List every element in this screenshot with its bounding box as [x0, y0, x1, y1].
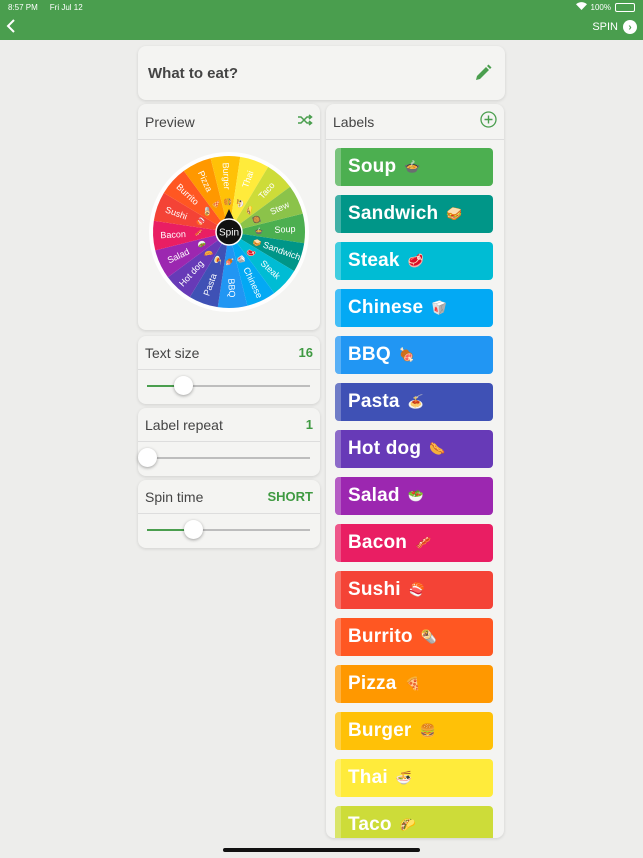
label-item-emoji: 🥗	[407, 488, 425, 503]
slider-thumb[interactable]	[173, 376, 193, 395]
add-circle-icon[interactable]	[480, 110, 497, 133]
labels-header: Labels	[326, 104, 504, 140]
wheel-segment-label: Burger	[221, 162, 232, 189]
label-item-text: Pizza	[348, 673, 397, 694]
label-item[interactable]: Burrito 🌯	[335, 618, 493, 656]
labels-card: Labels Soup 🍲 Sandwich 🥪 Steak 🥩 Chinese 🥡 BBQ 🍖 P…	[326, 104, 504, 838]
label-repeat-label: Label repeat	[145, 416, 223, 433]
text-size-label: Text size	[145, 344, 200, 361]
label-item-text: Burrito	[348, 626, 413, 647]
label-repeat-card: Label repeat 1	[138, 408, 320, 476]
status-bar: 8:57 PM Fri Jul 12 100%	[0, 0, 643, 14]
spin-wheel[interactable]: Soup 🍲 Sandwich 🥪 Steak 🥩 Chinese 🥡 BBQ 🍖 Pasta 🍝 Ho…	[148, 151, 310, 313]
label-item-text: Thai	[348, 767, 388, 788]
label-item-emoji: 🍝	[407, 394, 425, 409]
wheel-segment-emoji: 🍖	[225, 257, 234, 266]
wheel-segment-emoji: 🥓	[194, 228, 203, 236]
label-item[interactable]: Sushi 🍣	[335, 571, 493, 609]
label-item-text: Sushi	[348, 579, 401, 600]
nav-bar: SPIN ›	[0, 14, 643, 40]
text-size-slider[interactable]	[147, 376, 310, 395]
slider-thumb[interactable]	[138, 448, 157, 467]
label-item-text: Chinese	[348, 297, 424, 318]
spin-time-value: SHORT	[267, 489, 314, 504]
label-item[interactable]: Hot dog 🌭	[335, 430, 493, 468]
label-repeat-value: 1	[305, 417, 313, 432]
label-item-emoji: 🍣	[408, 582, 426, 597]
label-item-text: Hot dog	[348, 438, 422, 459]
label-item-text: Bacon	[348, 532, 408, 553]
spin-time-label: Spin time	[145, 488, 204, 505]
label-item[interactable]: Pasta 🍝	[335, 383, 493, 421]
label-item-emoji: 🥡	[431, 300, 448, 315]
preview-header: Preview	[138, 104, 320, 140]
label-item-text: Taco	[348, 814, 392, 835]
status-time: 8:57 PM	[8, 2, 38, 12]
label-item-emoji: 🌭	[429, 441, 446, 456]
chevron-right-icon: ›	[623, 20, 637, 34]
label-item-emoji: 🍜	[395, 770, 413, 785]
label-item[interactable]: Burger 🍔	[335, 712, 493, 750]
wheel-graphic: Soup🍲Sandwich🥪Steak🥩Chinese🥡BBQ🍖Pasta🍝Ho…	[149, 152, 309, 312]
battery-percent: 100%	[590, 2, 611, 12]
battery-icon	[615, 2, 635, 12]
text-size-card: Text size 16	[138, 336, 320, 404]
label-item-text: Salad	[348, 485, 400, 506]
wifi-icon	[575, 2, 587, 12]
spin-button[interactable]: SPIN ›	[592, 20, 637, 34]
label-item[interactable]: Thai 🍜	[335, 759, 493, 797]
label-item[interactable]: Soup 🍲	[335, 148, 493, 186]
wheel-segment-emoji: 🍲	[254, 226, 263, 235]
label-repeat-slider[interactable]	[138, 448, 310, 467]
status-date: Fri Jul 12	[49, 2, 83, 12]
preview-label: Preview	[145, 113, 195, 130]
label-item-text: Burger	[348, 720, 412, 741]
label-item-emoji: 🥓	[415, 535, 432, 550]
label-item-emoji: 🍖	[398, 347, 416, 362]
wheel-segment-emoji: 🍔	[223, 197, 232, 206]
label-item[interactable]: Salad 🥗	[335, 477, 493, 515]
wheel-title-card[interactable]: What to eat?	[138, 46, 505, 100]
home-indicator	[223, 848, 420, 852]
label-list: Soup 🍲 Sandwich 🥪 Steak 🥩 Chinese 🥡 BBQ 🍖 Pasta 🍝 Ho…	[335, 148, 493, 838]
spin-time-card: Spin time SHORT	[138, 480, 320, 548]
shuffle-icon[interactable]	[297, 113, 313, 131]
wheel-center-label: Spin	[219, 228, 239, 239]
label-item[interactable]: Chinese 🥡	[335, 289, 493, 327]
spin-time-header: Spin time SHORT	[138, 480, 320, 514]
wheel-segment-label: Bacon	[160, 229, 186, 240]
label-item-emoji: 🥪	[446, 206, 463, 221]
slider-thumb[interactable]	[183, 520, 203, 539]
text-size-header: Text size 16	[138, 336, 320, 370]
label-item-text: Soup	[348, 156, 397, 177]
label-item-emoji: 🌮	[399, 817, 417, 832]
label-item-emoji: 🌯	[420, 629, 438, 644]
label-item[interactable]: BBQ 🍖	[335, 336, 493, 374]
spin-time-slider[interactable]	[147, 520, 310, 539]
label-item-text: BBQ	[348, 344, 391, 365]
label-item-emoji: 🍲	[404, 159, 421, 174]
pencil-icon[interactable]	[473, 63, 493, 83]
spin-button-label: SPIN	[592, 21, 618, 33]
wheel-segment-label: Soup	[274, 224, 295, 235]
label-item-emoji: 🍔	[419, 723, 436, 738]
preview-card: Preview Soup 🍲 Sandwich 🥪 Steak 🥩 Chinese 🥡 BBQ 🍖…	[138, 104, 320, 330]
wheel-segment-label: BBQ	[226, 278, 237, 297]
label-item-text: Steak	[348, 250, 400, 271]
label-item[interactable]: Sandwich 🥪	[335, 195, 493, 233]
labels-title: Labels	[333, 113, 375, 130]
label-item[interactable]: Pizza 🍕	[335, 665, 493, 703]
label-item-text: Pasta	[348, 391, 400, 412]
label-item[interactable]: Bacon 🥓	[335, 524, 493, 562]
label-item[interactable]: Taco 🌮	[335, 806, 493, 838]
label-item[interactable]: Steak 🥩	[335, 242, 493, 280]
label-item-emoji: 🥩	[407, 253, 425, 268]
status-right: 100%	[575, 2, 635, 12]
wheel-title: What to eat?	[148, 64, 238, 82]
label-item-text: Sandwich	[348, 203, 439, 224]
label-repeat-header: Label repeat 1	[138, 408, 320, 442]
chevron-left-icon[interactable]	[6, 18, 26, 36]
label-item-emoji: 🍕	[404, 676, 421, 691]
text-size-value: 16	[298, 345, 313, 360]
